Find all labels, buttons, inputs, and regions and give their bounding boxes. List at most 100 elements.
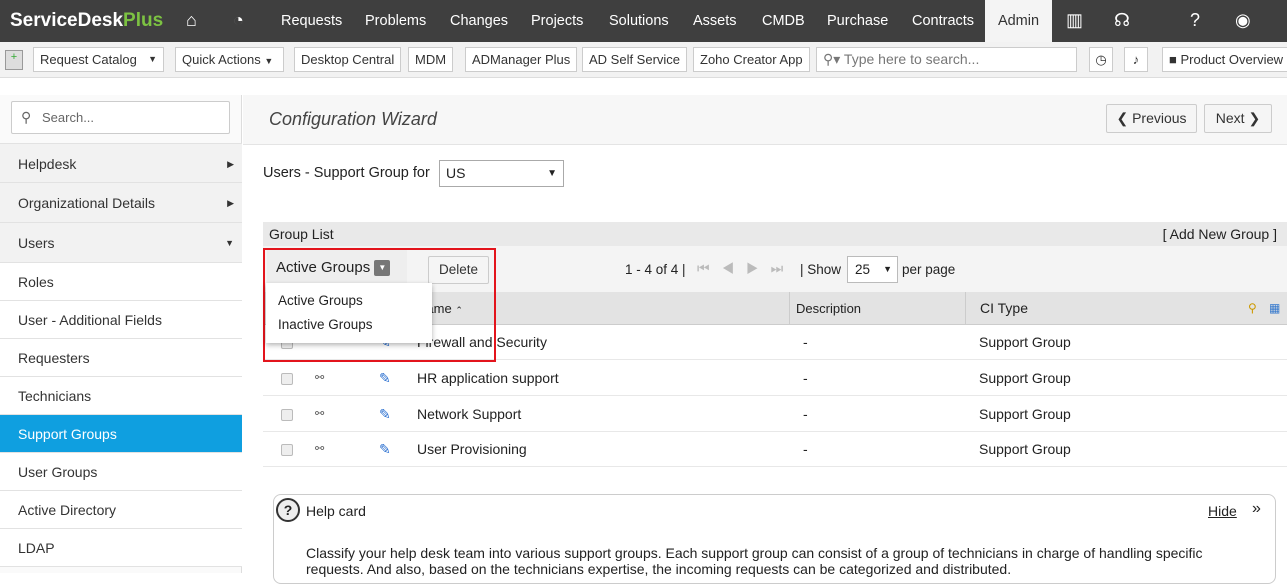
sidebar-item-support-groups[interactable]: Support Groups: [0, 415, 242, 453]
group-filter-menu: Active Groups Inactive Groups: [266, 283, 432, 343]
chevron-right-icon: ▶: [227, 159, 234, 169]
hierarchy-icon[interactable]: ⚯: [315, 432, 324, 467]
search-icon: ⚲: [21, 109, 32, 125]
chevron-down-icon: ▼: [225, 238, 234, 248]
next-button[interactable]: Next ❯: [1204, 104, 1272, 133]
quick-actions-button[interactable]: Quick Actions ▼: [175, 47, 284, 72]
request-catalog-button[interactable]: Request Catalog ▼: [33, 47, 164, 72]
help-hide-link[interactable]: Hide: [1208, 503, 1237, 519]
per-page-select[interactable]: 25 ▼: [847, 256, 898, 283]
sidebar-item-requesters[interactable]: Requesters: [0, 339, 242, 377]
admanager-plus-button[interactable]: ADManager Plus: [465, 47, 578, 72]
column-chooser-icon[interactable]: ▦: [1269, 292, 1280, 325]
previous-button[interactable]: ❮ Previous: [1106, 104, 1197, 133]
dashboard-icon[interactable]: ◔: [233, 10, 244, 31]
nav-contracts[interactable]: Contracts: [912, 0, 974, 42]
menu-item-inactive-groups[interactable]: Inactive Groups: [266, 310, 432, 337]
site-label: Users - Support Group for: [263, 165, 430, 181]
group-name[interactable]: HR application support: [417, 361, 559, 396]
column-header-description[interactable]: Description: [789, 292, 861, 325]
sidebar-item-user-additional-fields[interactable]: User - Additional Fields: [0, 301, 242, 339]
column-search-icon[interactable]: ⚲: [1248, 292, 1257, 325]
collapse-icon[interactable]: »: [1252, 500, 1261, 518]
group-list-header: Group List [ Add New Group ]: [263, 222, 1287, 246]
search-icon[interactable]: ⚲▾: [823, 51, 840, 67]
group-description: -: [803, 334, 808, 350]
row-checkbox[interactable]: [281, 444, 293, 456]
nav-admin[interactable]: Admin: [985, 0, 1052, 42]
sidebar-item-helpdesk[interactable]: Helpdesk ▶: [0, 143, 242, 183]
menu-item-active-groups[interactable]: Active Groups: [266, 283, 432, 310]
group-ci-type: Support Group: [979, 334, 1071, 350]
table-row: ⚯ ✎ User Provisioning - Support Group: [263, 432, 1287, 467]
page-title: Configuration Wizard: [269, 109, 437, 129]
new-request-icon[interactable]: +: [5, 50, 23, 70]
top-nav-bar: ServiceDeskPlus ⌂ ◔ Requests Problems Ch…: [0, 0, 1287, 42]
table-row: ⚯ ✎ HR application support - Support Gro…: [263, 361, 1287, 396]
desktop-central-button[interactable]: Desktop Central: [294, 47, 402, 72]
notifications-bell-icon[interactable]: ♪: [1124, 47, 1148, 72]
group-description: -: [803, 370, 808, 386]
group-name[interactable]: User Provisioning: [417, 432, 527, 467]
group-ci-type: Support Group: [979, 441, 1071, 457]
row-checkbox[interactable]: [281, 373, 293, 385]
mdm-button[interactable]: MDM: [408, 47, 454, 72]
sidebar-item-user-groups[interactable]: User Groups: [0, 453, 242, 491]
sidebar-item-technicians[interactable]: Technicians: [0, 377, 242, 415]
sidebar-item-users[interactable]: Users ▼: [0, 223, 242, 263]
group-description: -: [803, 406, 808, 422]
nav-assets[interactable]: Assets: [693, 0, 737, 42]
zoho-creator-app-button[interactable]: Zoho Creator App: [693, 47, 810, 72]
edit-icon[interactable]: ✎: [379, 361, 391, 396]
group-list-title: Group List: [269, 226, 334, 242]
pagination-info: 1 - 4 of 4 |: [625, 262, 686, 277]
global-search-input[interactable]: ⚲▾ Type here to search...: [816, 47, 1077, 72]
help-card: ? Help card Hide » Classify your help de…: [273, 494, 1276, 584]
edit-icon[interactable]: ✎: [379, 432, 391, 467]
help-card-title: Help card: [306, 503, 366, 519]
site-select[interactable]: US ▼: [439, 160, 564, 187]
support-headset-icon[interactable]: ☊: [1114, 10, 1130, 31]
nav-problems[interactable]: Problems: [365, 0, 426, 42]
home-icon[interactable]: ⌂: [186, 10, 197, 31]
sidebar-search-input[interactable]: ⚲ Search...: [11, 101, 230, 134]
sidebar-item-roles[interactable]: Roles: [0, 263, 242, 301]
sidebar-item-active-directory[interactable]: Active Directory: [0, 491, 242, 529]
hierarchy-icon[interactable]: ⚯: [315, 361, 324, 396]
column-header-ci-type[interactable]: CI Type: [965, 292, 1287, 325]
help-card-text: Classify your help desk team into variou…: [306, 545, 1203, 577]
logo[interactable]: ServiceDeskPlus: [10, 10, 163, 32]
toolbar: + Request Catalog ▼ Quick Actions ▼ Deskt…: [0, 42, 1287, 78]
nav-projects[interactable]: Projects: [531, 0, 583, 42]
user-profile-icon[interactable]: ◉: [1235, 10, 1251, 31]
reports-icon[interactable]: ▥: [1066, 10, 1083, 31]
nav-changes[interactable]: Changes: [450, 0, 508, 42]
edit-icon[interactable]: ✎: [379, 397, 391, 432]
show-label: | Show: [800, 262, 842, 277]
ad-self-service-button[interactable]: AD Self Service: [582, 47, 688, 72]
nav-requests[interactable]: Requests: [281, 0, 342, 42]
pagination-nav-icons[interactable]: ⏮◀▶⏭: [697, 260, 795, 277]
page-header: Configuration Wizard ❮ Previous Next ❯: [243, 95, 1287, 145]
sidebar: ⚲ Search... Helpdesk ▶ Organizational Deta…: [0, 95, 242, 573]
per-page-label: per page: [902, 262, 956, 277]
nav-purchase[interactable]: Purchase: [827, 0, 888, 42]
chevron-right-icon: ▶: [227, 198, 234, 208]
group-name[interactable]: Network Support: [417, 397, 521, 432]
help-icon[interactable]: ?: [1190, 10, 1200, 31]
nav-solutions[interactable]: Solutions: [609, 0, 669, 42]
video-icon: ■: [1169, 52, 1177, 67]
sidebar-item-ldap[interactable]: LDAP: [0, 529, 242, 567]
group-description: -: [803, 441, 808, 457]
add-new-group-link[interactable]: [ Add New Group ]: [1163, 222, 1277, 246]
reminders-icon[interactable]: ◷: [1089, 47, 1113, 72]
group-ci-type: Support Group: [979, 406, 1071, 422]
group-ci-type: Support Group: [979, 370, 1071, 386]
sidebar-item-organizational-details[interactable]: Organizational Details ▶: [0, 183, 242, 223]
nav-cmdb[interactable]: CMDB: [762, 0, 805, 42]
table-row: ⚯ ✎ Network Support - Support Group: [263, 397, 1287, 432]
product-overview-button[interactable]: ■ Product Overview: [1162, 47, 1287, 72]
row-checkbox[interactable]: [281, 409, 293, 421]
hierarchy-icon[interactable]: ⚯: [315, 397, 324, 432]
help-question-icon: ?: [276, 498, 300, 522]
